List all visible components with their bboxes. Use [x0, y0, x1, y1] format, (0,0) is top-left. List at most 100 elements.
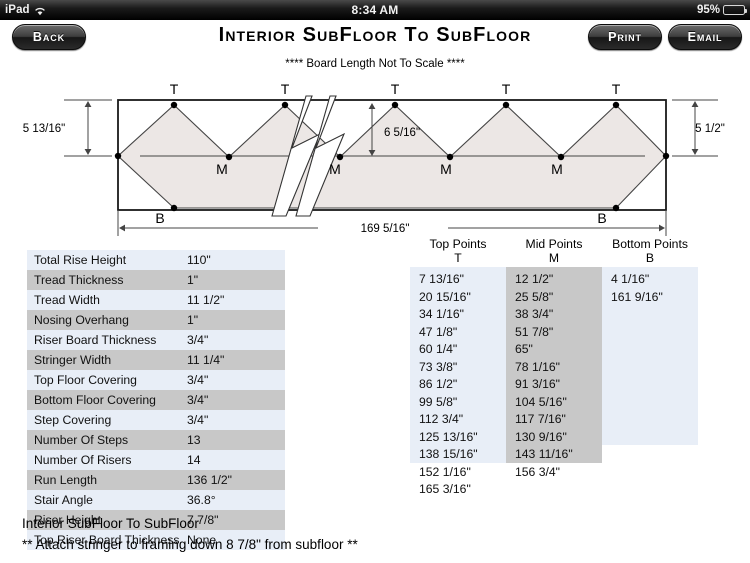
bottom-points-column: Bottom Points B 4 1/16" 161 9/16": [602, 237, 698, 445]
marker-mid-3: M: [440, 161, 452, 177]
status-bar-right: 95%: [696, 4, 748, 16]
bottom-points-symbol: B: [645, 251, 655, 265]
list-item: 86 1/2": [419, 377, 458, 391]
list-item: 7 13/16": [419, 272, 464, 286]
spec-value: 3/4": [187, 373, 209, 387]
list-item: 125 13/16": [419, 429, 478, 444]
mid-points-header: Mid Points: [525, 237, 583, 251]
list-item: 78 1/16": [515, 359, 560, 374]
spec-label: Number Of Risers: [34, 453, 132, 467]
marker-top-1: T: [170, 81, 179, 97]
list-item: 138 15/16": [419, 447, 478, 461]
list-item: 104 5/16": [515, 394, 567, 409]
spec-label: Run Length: [34, 473, 98, 487]
top-points-list: 7 13/16" 20 15/16" 34 1/16" 47 1/8" 60 1/4" 7…: [410, 267, 506, 496]
marker-top-2: T: [281, 81, 290, 97]
spec-value: 36.8°: [187, 493, 216, 507]
table-row: Tread Thickness 1": [27, 270, 285, 290]
marker-top-3: T: [391, 81, 400, 97]
footer-line-1: Interior SubFloor To SubFloor: [22, 516, 199, 531]
spec-value: 1": [187, 273, 199, 287]
list-item: 161 9/16": [611, 289, 663, 304]
specifications-table: Total Rise Height 110" Tread Thickness 1" Tr…: [27, 250, 285, 550]
spec-label: Bottom Floor Covering: [34, 393, 156, 407]
table-row: Step Covering 3/4": [27, 410, 285, 430]
top-points-symbol: T: [454, 251, 462, 265]
spec-label: Riser Board Thickness: [34, 333, 157, 347]
table-row: Top Floor Covering 3/4": [27, 370, 285, 390]
table-row: Tread Width 11 1/2": [27, 290, 285, 310]
list-item: 4 1/16": [611, 272, 650, 286]
table-row: Stringer Width 11 1/4": [27, 350, 285, 370]
ios-status-bar: iPad 8:34 AM 95%: [0, 0, 750, 20]
mid-rise-label: 6 5/16": [384, 127, 420, 139]
battery-percent-label: 95%: [696, 4, 720, 16]
marker-bottom-2: B: [597, 210, 606, 226]
spec-value: 3/4": [187, 393, 209, 407]
mid-points-column: Mid Points M 12 1/2" 25 5/8" 38 3/4" 51 7/8…: [506, 237, 602, 479]
marker-top-5: T: [612, 81, 621, 97]
spec-value: 11 1/2": [187, 293, 225, 307]
battery-icon: [723, 5, 748, 15]
spec-label: Step Covering: [34, 413, 112, 427]
table-row: Riser Board Thickness 3/4": [27, 330, 285, 350]
list-item: 65": [515, 342, 533, 356]
list-item: 73 3/8": [419, 359, 458, 374]
spec-label: Tread Width: [34, 293, 100, 307]
marker-mid-4: M: [551, 161, 563, 177]
marker-mid-1: M: [216, 161, 228, 177]
table-row: Number Of Steps 13: [27, 430, 285, 450]
page-title: Interior SubFloor To SubFloor: [218, 24, 532, 46]
list-item: 60 1/4": [419, 342, 458, 356]
spec-label: Tread Thickness: [34, 273, 124, 287]
spec-value: 1": [187, 313, 199, 327]
table-row: Number Of Risers 14: [27, 450, 285, 470]
table-row: Total Rise Height 110": [27, 250, 285, 270]
list-item: 51 7/8": [515, 324, 554, 339]
table-row: Bottom Floor Covering 3/4": [27, 390, 285, 410]
spec-label: Stringer Width: [34, 353, 112, 367]
list-item: 165 3/16": [419, 482, 471, 496]
table-row: Stair Angle 36.8°: [27, 490, 285, 510]
spec-value: 110": [187, 253, 211, 267]
clock-label: 8:34 AM: [351, 3, 399, 17]
stringer-svg: T T T T T M M M M B B 5 13/16" 6 5/16" 5…: [23, 81, 725, 236]
list-item: 34 1/16": [419, 307, 464, 321]
list-item: 112 3/4": [419, 412, 464, 426]
spec-label: Stair Angle: [34, 493, 93, 507]
scale-notice: **** Board Length Not To Scale ****: [285, 58, 465, 70]
spec-value: 14: [187, 453, 201, 467]
list-item: 25 5/8": [515, 289, 554, 304]
list-item: 91 3/16": [515, 377, 560, 391]
spec-value: 3/4": [187, 413, 209, 427]
spec-value: 11 1/4": [187, 353, 225, 367]
list-item: 12 1/2": [515, 272, 554, 286]
marker-mid-2: M: [329, 161, 341, 177]
list-item: 156 3/4": [515, 464, 560, 479]
list-item: 152 1/16": [419, 464, 471, 479]
spec-value: 3/4": [187, 333, 209, 347]
spec-value: 13: [187, 433, 201, 447]
spec-label: Top Floor Covering: [34, 373, 137, 387]
marker-top-4: T: [502, 81, 511, 97]
spec-label: Number Of Steps: [34, 433, 129, 447]
mid-points-list: 12 1/2" 25 5/8" 38 3/4" 51 7/8" 65" 78 1/16" 9…: [506, 267, 602, 479]
list-item: 99 5/8": [419, 394, 458, 409]
list-item: 130 9/16": [515, 429, 567, 444]
left-rise-label: 5 13/16": [23, 123, 65, 135]
bottom-points-list: 4 1/16" 161 9/16": [602, 267, 698, 445]
table-row: Nosing Overhang 1": [27, 310, 285, 330]
footer-notes: Interior SubFloor To SubFloor ** Attach …: [22, 513, 358, 555]
run-label: 169 5/16": [361, 223, 410, 235]
spec-label: Total Rise Height: [34, 253, 127, 267]
spec-label: Nosing Overhang: [34, 313, 129, 327]
left-rise-dimension: [64, 99, 112, 157]
spec-value: 136 1/2": [187, 473, 232, 487]
list-item: 143 11/16": [515, 447, 573, 461]
list-item: 20 15/16": [419, 289, 471, 304]
list-item: 47 1/8": [419, 324, 458, 339]
top-points-header: Top Points: [429, 237, 487, 251]
top-points-column: Top Points T 7 13/16" 20 15/16" 34 1/16" 47…: [410, 237, 506, 496]
list-item: 38 3/4": [515, 307, 554, 321]
stringer-diagram: **** Board Length Not To Scale **** T T: [0, 56, 750, 241]
